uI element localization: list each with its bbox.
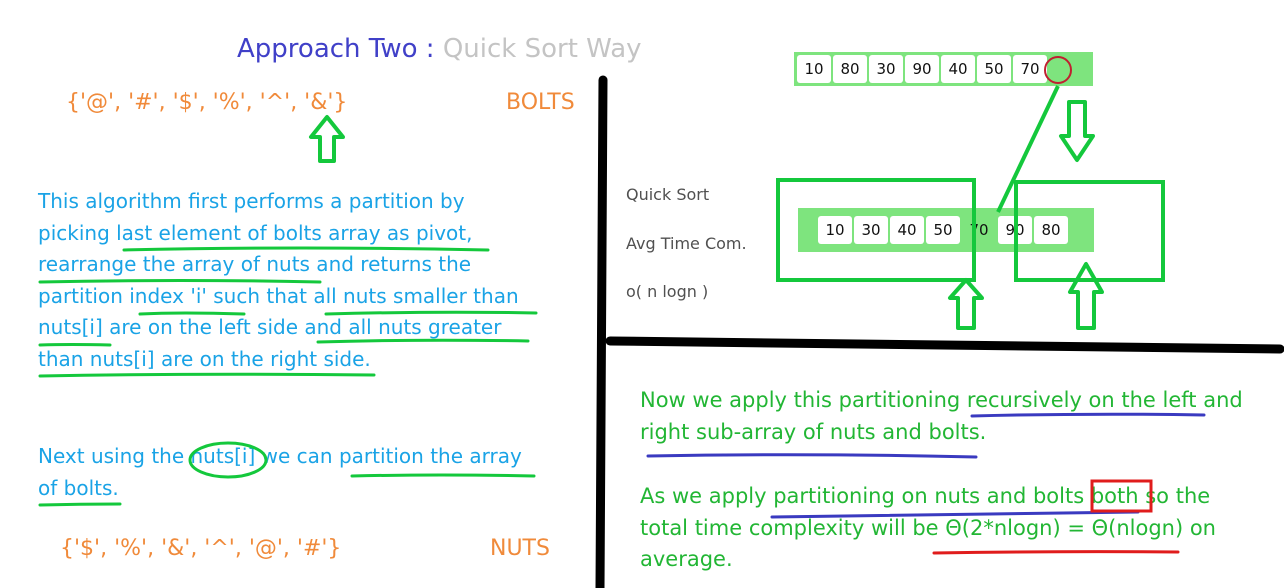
pivot-cell: 70 [1013,55,1047,83]
array-cell: 80 [1034,216,1068,244]
bolts-label: BOLTS [506,90,575,115]
explanation-line: This algorithm first performs a partitio… [38,189,465,213]
explanation-line: nuts[i] are on the left side and all nut… [38,315,502,340]
array-cell: 50 [926,216,960,244]
complexity-line: average. [640,547,733,571]
array-cell: 50 [977,55,1011,83]
array-cell: 30 [854,216,888,244]
partitioned-array-diagram: 10 30 40 50 70 90 80 [798,208,1094,252]
next-step-line: of bolts. [38,475,119,500]
recursion-line: Now we apply this partitioning recursive… [640,388,1243,412]
bolts-array-text: {'@', '#', '$', '%', '^', '&'} [66,90,348,115]
complexity-label: o( n logn ) [626,282,709,301]
explanation-line: partition index 'i' such that all nuts s… [38,283,519,308]
array-cell: 30 [869,55,903,83]
pivot-position-cell: 70 [969,221,989,239]
title-subtitle: Quick Sort Way [442,34,642,64]
avg-time-label: Avg Time Com. [626,234,747,253]
array-cell: 40 [941,55,975,83]
complexity-line: As we apply partitioning on nuts and bol… [640,484,1211,508]
explanation-paragraph: This algorithm first performs a partitio… [38,186,519,376]
array-cell: 80 [833,55,867,83]
up-arrow-icon [1068,262,1104,330]
explanation-line: rearrange the array of nuts and returns … [38,252,472,277]
up-arrow-icon [948,278,984,330]
array-cell: 40 [890,216,924,244]
explanation-line: than nuts[i] are on the right side. [38,346,371,371]
quick-sort-label: Quick Sort [626,185,710,204]
array-cell: 10 [797,55,831,83]
next-step-paragraph: Next using the nuts[i] we can partition … [38,441,522,504]
recursion-line: right sub-array of nuts and bolts. [640,419,987,444]
vertical-divider [595,75,608,588]
recursion-paragraph: Now we apply this partitioning recursive… [640,385,1243,448]
array-cell: 90 [998,216,1032,244]
blue-underline [646,453,978,459]
array-cell: 10 [818,216,852,244]
bolts-array-diagram: 10 80 30 90 40 50 70 [794,52,1093,86]
up-arrow-icon [309,115,345,163]
page-title: Approach Two : Quick Sort Way [237,34,642,64]
down-arrow-icon [1059,100,1095,162]
explanation-line: picking last element of bolts array as p… [38,220,473,245]
complexity-paragraph: As we apply partitioning on nuts and bol… [640,481,1216,576]
pivot-link-line [996,85,1060,213]
array-cell: 90 [905,55,939,83]
nuts-label: NUTS [490,536,550,561]
title-main: Approach Two : [237,34,443,64]
next-step-line: Next using the nuts[i] we can partition … [38,444,522,468]
complexity-line: total time complexity will be Θ(2*nlogn)… [640,515,1216,540]
horizontal-divider [605,336,1284,354]
nuts-array-text: {'$', '%', '&', '^', '@', '#'} [60,536,342,561]
